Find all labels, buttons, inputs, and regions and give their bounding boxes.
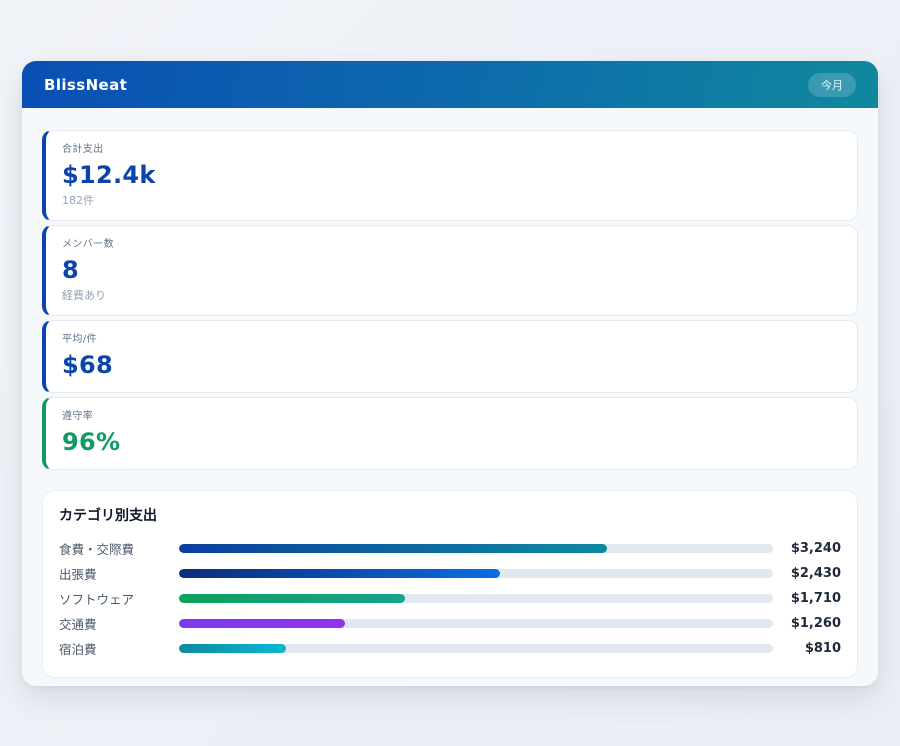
category-row: 食費・交際費 $3,240: [59, 536, 841, 561]
category-label: 食費・交際費: [59, 539, 179, 558]
period-badge[interactable]: 今月: [808, 73, 856, 97]
category-label: ソフトウェア: [59, 589, 179, 608]
app-panel: BlissNeat 今月 合計支出 $12.4k 182件 メンバー数 8 経費…: [22, 61, 878, 686]
stat-value: $12.4k: [62, 160, 841, 190]
stat-label: 遵守率: [62, 410, 841, 424]
bar-fill: [179, 619, 345, 628]
stat-sub: 経費あり: [62, 288, 841, 303]
stat-value: 96%: [62, 427, 841, 457]
category-value: $3,240: [773, 541, 841, 556]
category-value: $810: [773, 641, 841, 656]
stat-value: 8: [62, 255, 841, 285]
category-value: $1,710: [773, 591, 841, 606]
category-value: $2,430: [773, 566, 841, 581]
stat-card-average-per-item: 平均/件 $68: [42, 320, 858, 393]
stat-sub: 182件: [62, 193, 841, 208]
stat-label: メンバー数: [62, 238, 841, 252]
stat-card-compliance-rate: 遵守率 96%: [42, 397, 858, 470]
stat-label: 平均/件: [62, 333, 841, 347]
category-label: 交通費: [59, 614, 179, 633]
app-title: BlissNeat: [44, 76, 127, 94]
category-row: 宿泊費 $810: [59, 636, 841, 661]
bar-track: [179, 594, 773, 603]
category-value: $1,260: [773, 616, 841, 631]
bar-fill: [179, 594, 405, 603]
stat-card-total-spend: 合計支出 $12.4k 182件: [42, 130, 858, 221]
category-spend-card: カテゴリ別支出 食費・交際費 $3,240 出張費 $2,430 ソフトウェア …: [42, 490, 858, 678]
page-background: BlissNeat 今月 合計支出 $12.4k 182件 メンバー数 8 経費…: [0, 0, 900, 746]
bar-fill: [179, 569, 500, 578]
stat-value: $68: [62, 350, 841, 380]
category-row: ソフトウェア $1,710: [59, 586, 841, 611]
category-row: 交通費 $1,260: [59, 611, 841, 636]
bar-fill: [179, 544, 607, 553]
bar-fill: [179, 644, 286, 653]
bar-track: [179, 569, 773, 578]
bar-track: [179, 619, 773, 628]
stat-card-member-count: メンバー数 8 経費あり: [42, 225, 858, 316]
category-spend-title: カテゴリ別支出: [59, 505, 841, 525]
category-row: 出張費 $2,430: [59, 561, 841, 586]
app-header: BlissNeat 今月: [22, 61, 878, 108]
category-label: 出張費: [59, 564, 179, 583]
bar-track: [179, 644, 773, 653]
stat-label: 合計支出: [62, 143, 841, 157]
panel-body: 合計支出 $12.4k 182件 メンバー数 8 経費あり 平均/件 $68 遵…: [22, 108, 878, 686]
category-label: 宿泊費: [59, 639, 179, 658]
bar-track: [179, 544, 773, 553]
